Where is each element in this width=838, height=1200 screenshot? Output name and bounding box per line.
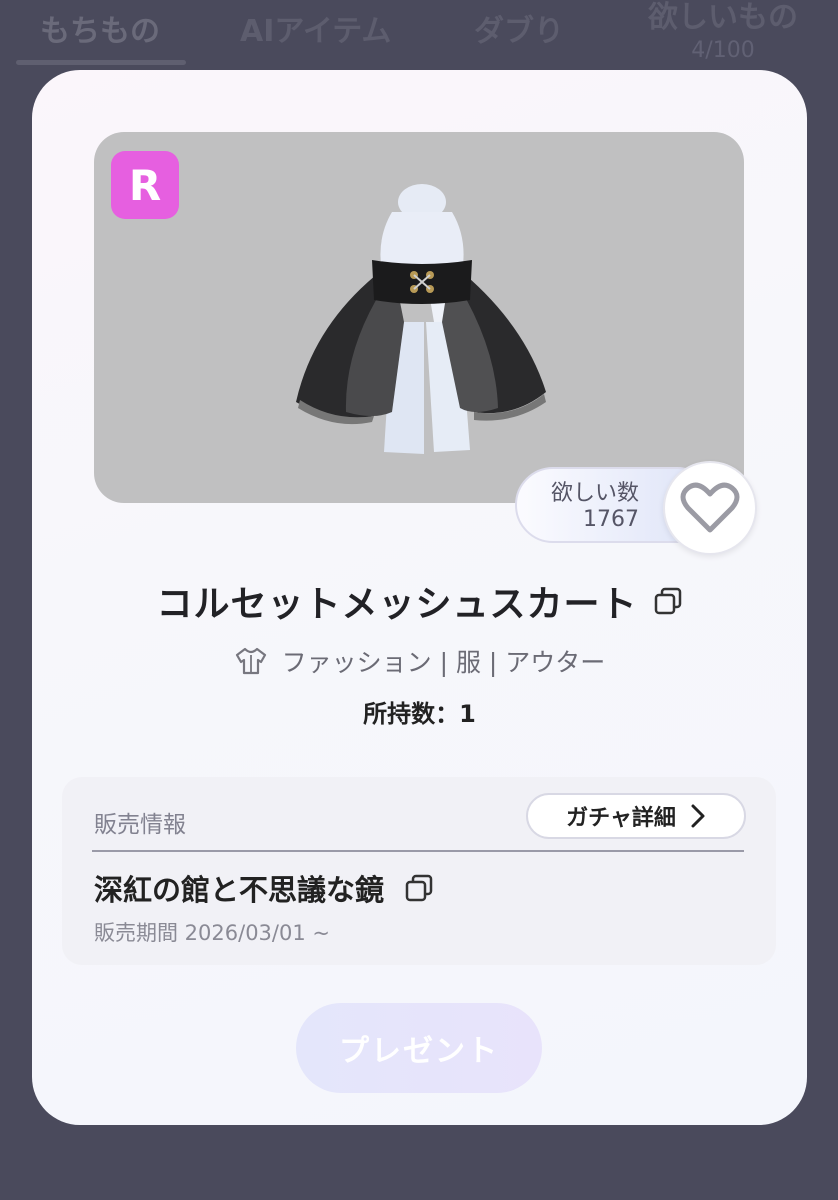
wish-count-label: 欲しい数 (551, 481, 640, 506)
gacha-name: 深紅の館と不思議な鏡 (94, 873, 385, 907)
tab-ai-items[interactable]: AIアイテム (240, 6, 391, 50)
item-detail-modal: R 欲しい数 1767 コルセットメッシュスカート ファッション | 服 | ア… (32, 70, 807, 1125)
wish-count-value: 1767 (583, 507, 640, 532)
copy-icon[interactable] (653, 586, 683, 616)
heart-icon (680, 482, 740, 533)
active-tab-indicator (16, 60, 186, 65)
chevron-right-icon (691, 804, 705, 828)
rarity-badge: R (111, 151, 179, 219)
tab-wishlist-count: 4/100 (691, 38, 755, 63)
tab-duplicates[interactable]: ダブり (474, 6, 564, 50)
owned-count: 所持数：1 (363, 700, 476, 728)
tab-wishlist[interactable]: 欲しいもの 4/100 (648, 0, 798, 63)
item-title-row: コルセットメッシュスカート (32, 575, 807, 627)
wish-count-widget: 欲しい数 1767 (515, 461, 760, 555)
sales-info-header: 販売情報 (94, 812, 186, 838)
tab-wishlist-label: 欲しいもの (648, 0, 798, 35)
gacha-detail-button[interactable]: ガチャ詳細 (526, 793, 746, 839)
present-button[interactable]: プレゼント (296, 1003, 542, 1093)
wish-count-text: 欲しい数 1767 (551, 481, 639, 533)
gacha-detail-label: ガチャ詳細 (566, 806, 676, 831)
sales-period: 販売期間 2026/03/01 ~ (94, 921, 330, 945)
gacha-name-row: 深紅の館と不思議な鏡 (94, 867, 434, 909)
item-name: コルセットメッシュスカート (156, 584, 638, 625)
sales-info-panel: 販売情報 ガチャ詳細 深紅の館と不思議な鏡 販売期間 2026/03/01 ~ (62, 777, 776, 965)
tab-mochimono[interactable]: もちもの (40, 6, 160, 50)
copy-icon[interactable] (404, 873, 434, 903)
tab-bar: もちもの AIアイテム ダブり 欲しいもの 4/100 (0, 0, 838, 70)
clothing-icon (235, 647, 266, 675)
item-category-row: ファッション | 服 | アウター (32, 643, 807, 679)
skirt-item-image (296, 184, 546, 454)
item-category: ファッション | 服 | アウター (281, 648, 606, 677)
wish-heart-button[interactable] (663, 461, 757, 555)
sales-divider (92, 850, 744, 852)
item-preview: R (94, 132, 744, 503)
